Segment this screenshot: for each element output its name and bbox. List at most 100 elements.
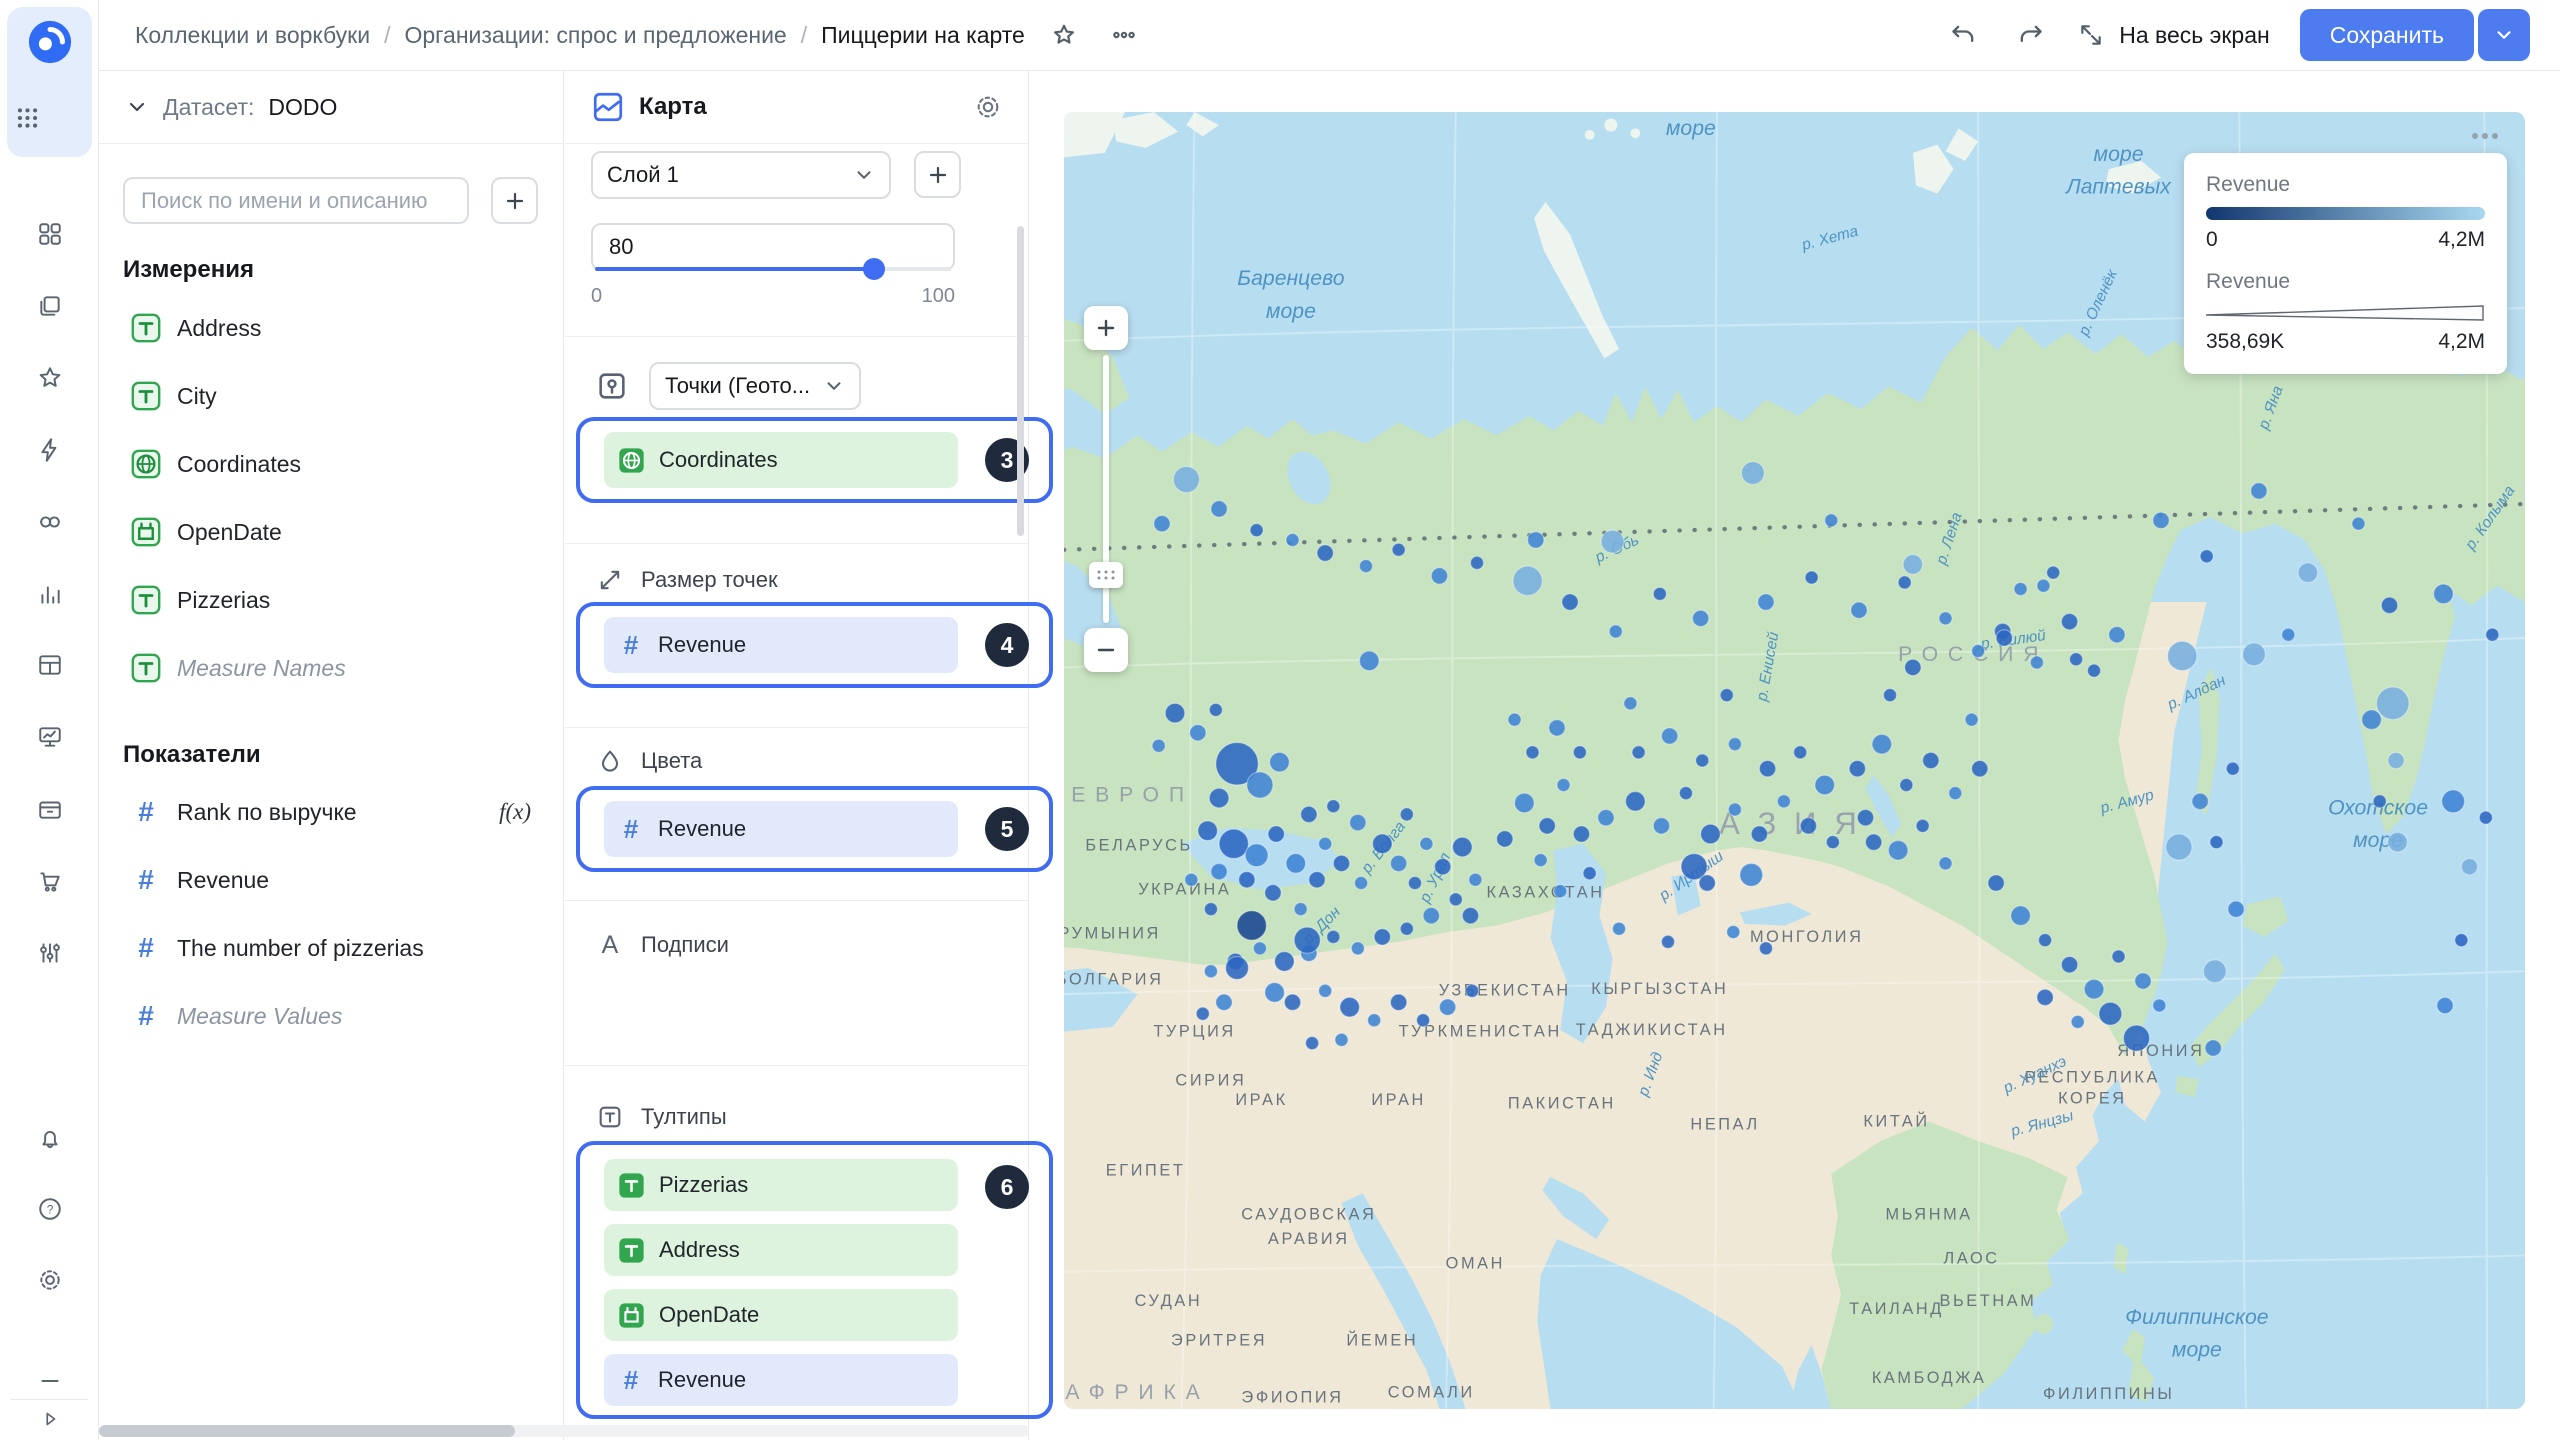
zoom-slider-handle[interactable] <box>1089 562 1123 588</box>
rail-storage-icon[interactable] <box>27 786 72 831</box>
geo-icon <box>131 449 161 479</box>
rail-marketplace-icon[interactable] <box>27 858 72 903</box>
measure-the-number-of-pizzerias[interactable]: #The number of pizzerias <box>123 919 547 977</box>
config-panel-scrollbar[interactable] <box>1017 226 1024 536</box>
favorite-star-icon[interactable] <box>1043 14 1085 56</box>
topbar: Коллекции и воркбуки/Организации: спрос … <box>99 0 2560 71</box>
formula-fx-icon: f(x) <box>499 799 539 825</box>
rail-favorites-icon[interactable] <box>27 355 72 400</box>
expand-rail-icon[interactable] <box>27 1396 72 1440</box>
calendar-icon <box>131 517 161 547</box>
breadcrumb-item[interactable]: Организации: спрос и предложение <box>404 22 786 49</box>
scrollbar-thumb[interactable] <box>99 1425 515 1437</box>
zoom-in-button[interactable] <box>1084 306 1128 350</box>
redo-icon[interactable] <box>2009 14 2051 56</box>
rail-charts-icon[interactable] <box>27 571 72 616</box>
chevron-down-icon[interactable] <box>125 95 149 119</box>
dataset-panel-header: Датасет: DODO <box>99 71 563 144</box>
point-size-title: Размер точек <box>641 567 778 593</box>
map-label: море <box>1266 300 1316 323</box>
chip-address[interactable]: Address <box>604 1224 958 1276</box>
rail-dashboards-icon[interactable] <box>27 714 72 759</box>
undo-icon[interactable] <box>1943 14 1985 56</box>
chip-opendate[interactable]: OpenDate <box>604 1289 958 1341</box>
rail-objects-icon[interactable] <box>27 211 72 256</box>
rail-connections-icon[interactable] <box>27 499 72 544</box>
map-area: БаренцевомореморемореЛаптевыхОхотскоемор… <box>1030 71 2560 1440</box>
chip-revenue[interactable]: #Revenue <box>604 801 958 857</box>
rail-services-icon[interactable] <box>27 930 72 975</box>
chip-pizzerias[interactable]: Pizzerias <box>604 1159 958 1211</box>
panels-horizontal-scrollbar[interactable] <box>99 1425 1029 1437</box>
apps-grid-icon[interactable] <box>5 95 50 140</box>
chip-revenue[interactable]: #Revenue <box>604 617 958 673</box>
dataset-name[interactable]: DODO <box>268 94 337 121</box>
breadcrumb-item[interactable]: Коллекции и воркбуки <box>135 22 370 49</box>
separator <box>565 1065 1028 1066</box>
add-layer-button[interactable] <box>914 151 961 198</box>
point-size-section-header: Размер точек <box>595 563 778 597</box>
search-input[interactable] <box>123 177 469 224</box>
field-label: Measure Names <box>177 655 346 682</box>
map-label: ФИЛИППИНЫ <box>2043 1385 2174 1403</box>
topbar-actions: На весь экран Сохранить <box>1943 9 2530 61</box>
chip-label: Pizzerias <box>659 1172 748 1198</box>
chip-revenue[interactable]: #Revenue <box>604 1354 958 1406</box>
map-label: КИТАЙ <box>1863 1111 1929 1130</box>
layer-select[interactable]: Слой 1 <box>591 151 891 199</box>
dimension-coordinates[interactable]: Coordinates <box>123 435 547 493</box>
map-label: АРАВИЯ <box>1268 1230 1350 1248</box>
save-button[interactable]: Сохранить <box>2300 9 2474 61</box>
map-label: СОМАЛИ <box>1388 1384 1475 1402</box>
annotation-box-tooltips: PizzeriasAddressOpenDate#Revenue 6 <box>576 1141 1053 1419</box>
opacity-slider-track[interactable] <box>595 267 951 271</box>
text-field-icon <box>131 585 161 615</box>
chip-label: Revenue <box>658 632 746 658</box>
fullscreen-icon <box>2075 14 2107 56</box>
chart-settings-gear-icon[interactable] <box>974 93 1002 121</box>
legend-size-min: 358,69K <box>2206 330 2284 354</box>
notifications-bell-icon[interactable] <box>27 1116 72 1161</box>
rail-collections-icon[interactable] <box>27 283 72 328</box>
dimensions-title: Измерения <box>123 256 254 284</box>
chip-label: Revenue <box>658 816 746 842</box>
opacity-input[interactable] <box>593 225 953 269</box>
fullscreen-button[interactable]: На весь экран <box>2075 14 2270 56</box>
field-label: Coordinates <box>177 451 301 478</box>
more-menu-icon[interactable] <box>1103 14 1145 56</box>
map-label: УКРАИНА <box>1138 880 1231 898</box>
save-options-button[interactable] <box>2478 9 2530 61</box>
opacity-slider-fill <box>595 267 873 271</box>
field-label: Rank по выручке <box>177 799 357 826</box>
map-label: СИРИЯ <box>1175 1072 1246 1090</box>
map-label: ИРАК <box>1235 1091 1287 1109</box>
add-field-button[interactable] <box>491 177 538 224</box>
dimension-address[interactable]: Address <box>123 299 547 357</box>
map-label: МЬЯНМА <box>1886 1206 1973 1224</box>
dimension-measure-names[interactable]: Measure Names <box>123 639 547 697</box>
settings-gear-icon[interactable] <box>27 1257 72 1302</box>
measure-measure-values[interactable]: #Measure Values <box>123 987 547 1045</box>
dimension-pizzerias[interactable]: Pizzerias <box>123 571 547 629</box>
breadcrumb-item[interactable]: Пиццерии на карте <box>821 22 1025 49</box>
map-chart-type-icon[interactable] <box>591 90 625 124</box>
help-icon[interactable]: ? <box>27 1186 72 1231</box>
dimension-city[interactable]: City <box>123 367 547 425</box>
measure-revenue[interactable]: #Revenue <box>123 851 547 909</box>
opacity-slider-handle[interactable] <box>863 258 885 280</box>
chip-coordinates[interactable]: Coordinates <box>604 432 958 488</box>
opacity-minmax: 0 100 <box>591 285 955 308</box>
rail-editor-icon[interactable] <box>27 427 72 472</box>
map-label: ТАИЛАНД <box>1849 1300 1944 1318</box>
map-more-menu-icon[interactable] <box>2463 120 2507 152</box>
calendar-icon <box>618 1302 645 1329</box>
zoom-out-button[interactable] <box>1084 628 1128 672</box>
map-label: УЗБЕКИСТАН <box>1439 982 1571 1000</box>
dimension-opendate[interactable]: OpenDate <box>123 503 547 561</box>
legend-size-range: 358,69K 4,2М <box>2206 330 2485 354</box>
datalens-logo[interactable] <box>27 19 73 65</box>
geotype-select[interactable]: Точки (Геото... <box>649 362 861 410</box>
measure-rank-по-выручке[interactable]: #Rank по выручкеf(x) <box>123 783 547 841</box>
labels-a-icon: A <box>595 931 625 960</box>
rail-datasets-icon[interactable] <box>27 642 72 687</box>
